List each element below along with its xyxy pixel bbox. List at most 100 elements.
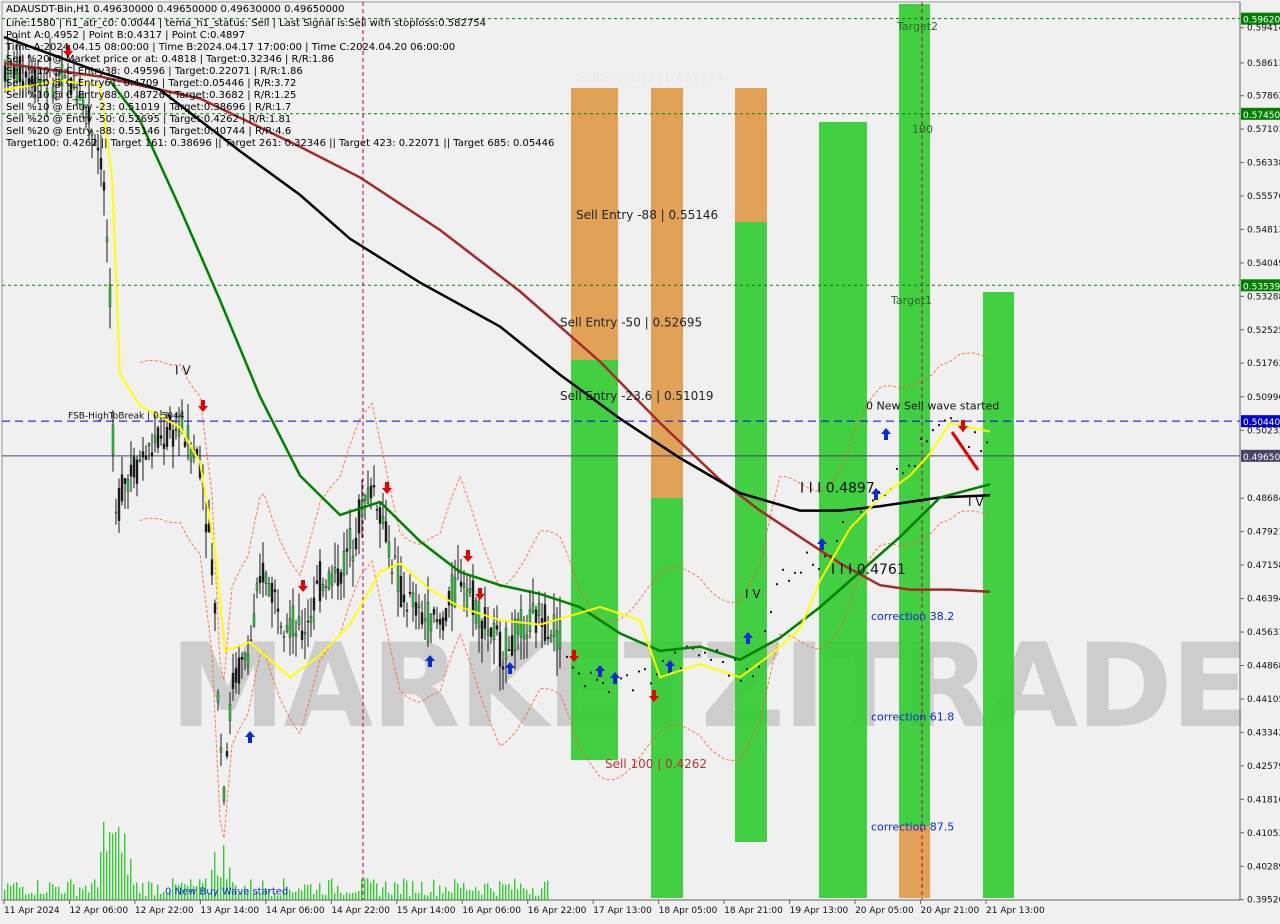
- volume-bar: [145, 895, 147, 900]
- candle-body: [291, 605, 295, 636]
- price-dot: [794, 571, 796, 574]
- candle-body: [183, 441, 187, 447]
- volume-bar: [337, 885, 339, 900]
- volume-bar: [22, 886, 24, 900]
- price-dot: [938, 424, 940, 427]
- candle-body: [165, 426, 169, 447]
- volume-bar: [517, 889, 519, 900]
- candle-body: [528, 609, 532, 633]
- candle-body: [441, 617, 445, 631]
- price-dot: [872, 499, 874, 502]
- volume-bar: [55, 887, 57, 900]
- y-tick-label: 0.59414: [1247, 24, 1280, 34]
- candle-body: [393, 555, 397, 558]
- price-dot: [818, 567, 820, 570]
- candle-body: [297, 616, 301, 625]
- volume-bar: [49, 882, 51, 900]
- candle-body: [108, 284, 112, 307]
- volume-bar: [151, 882, 153, 900]
- candle-body: [453, 577, 457, 608]
- volume-bar: [391, 894, 393, 900]
- y-tick-label: 0.57101: [1247, 125, 1280, 135]
- price-dot: [806, 551, 808, 554]
- price-level-label: 0.57450: [1243, 111, 1280, 121]
- candle-body: [228, 704, 232, 721]
- volume-bar: [121, 852, 123, 900]
- volume-bar: [514, 878, 516, 900]
- candle-body: [231, 673, 235, 689]
- volume-bar: [436, 895, 438, 900]
- volume-bar: [532, 888, 534, 900]
- candle-body: [459, 581, 463, 587]
- candle-body: [366, 487, 370, 504]
- volume-bar: [10, 885, 12, 900]
- volume-bar: [355, 892, 357, 900]
- right-label: correction 87.5: [871, 820, 954, 833]
- volume-bar: [481, 894, 483, 900]
- candle-body: [288, 618, 292, 638]
- y-tick-label: 0.56338: [1247, 159, 1280, 169]
- volume-bar: [505, 884, 507, 900]
- candle-body: [489, 627, 493, 638]
- volume-bar: [343, 894, 345, 900]
- candle-body: [276, 608, 280, 612]
- x-tick-label: 16 Apr 22:00: [528, 906, 587, 916]
- y-tick-label: 0.58611: [1247, 59, 1280, 69]
- price-dot: [896, 467, 898, 470]
- candle-body: [408, 592, 412, 594]
- candle-body: [246, 654, 250, 667]
- candle-body: [555, 630, 559, 651]
- price-dot: [986, 441, 988, 444]
- candle-body: [501, 666, 505, 670]
- price-dot: [788, 579, 790, 582]
- candle-body: [309, 615, 313, 623]
- volume-bar: [292, 892, 294, 900]
- candle-body: [156, 427, 160, 448]
- volume-bar: [466, 890, 468, 900]
- x-tick-label: 15 Apr 14:00: [397, 906, 456, 916]
- price-dot: [974, 431, 976, 434]
- y-tick-label: 0.42579: [1247, 762, 1280, 772]
- volume-bar: [475, 887, 477, 900]
- volume-bar: [469, 889, 471, 900]
- right-label: 0 New Sell wave started: [866, 399, 999, 412]
- y-tick-label: 0.40289: [1247, 862, 1280, 872]
- volume-bar: [109, 832, 111, 900]
- price-dot: [620, 677, 622, 680]
- candle-body: [177, 430, 181, 437]
- y-tick-label: 0.54813: [1247, 225, 1280, 235]
- volume-bar: [388, 892, 390, 900]
- volume-bar: [70, 879, 72, 900]
- candle-body: [369, 485, 373, 499]
- volume-bar: [43, 894, 45, 900]
- y-tick-label: 0.41816: [1247, 795, 1280, 805]
- price-dot: [602, 682, 604, 685]
- volume-bar: [493, 891, 495, 900]
- zone-column: [899, 826, 930, 898]
- info-line: Sell %10 @ Entry -23: 0.51019 | Target:0…: [6, 102, 291, 113]
- candle-body: [546, 637, 550, 640]
- right-label: 100: [912, 123, 933, 136]
- y-tick-label: 0.45631: [1247, 628, 1280, 638]
- candle-body: [282, 636, 286, 638]
- candle-body: [324, 586, 328, 588]
- volume-bar: [307, 885, 309, 900]
- x-tick-label: 18 Apr 21:00: [724, 906, 783, 916]
- zone-column: [735, 222, 767, 842]
- candle-body: [225, 751, 229, 757]
- volume-bar: [88, 892, 90, 900]
- volume-bar: [124, 833, 126, 900]
- candle-body: [144, 455, 148, 460]
- volume-bar: [361, 879, 363, 900]
- volume-bar: [139, 892, 141, 900]
- candle-body: [525, 634, 529, 639]
- price-dot: [926, 440, 928, 443]
- right-label: correction 38.2: [871, 610, 954, 623]
- candle-body: [420, 612, 424, 625]
- price-dot: [698, 654, 700, 657]
- volume-bar: [373, 879, 375, 900]
- volume-bar: [46, 892, 48, 900]
- wave-point-label: I I I 0.4761: [831, 562, 906, 578]
- candle-body: [153, 435, 157, 443]
- candle-body: [387, 541, 391, 558]
